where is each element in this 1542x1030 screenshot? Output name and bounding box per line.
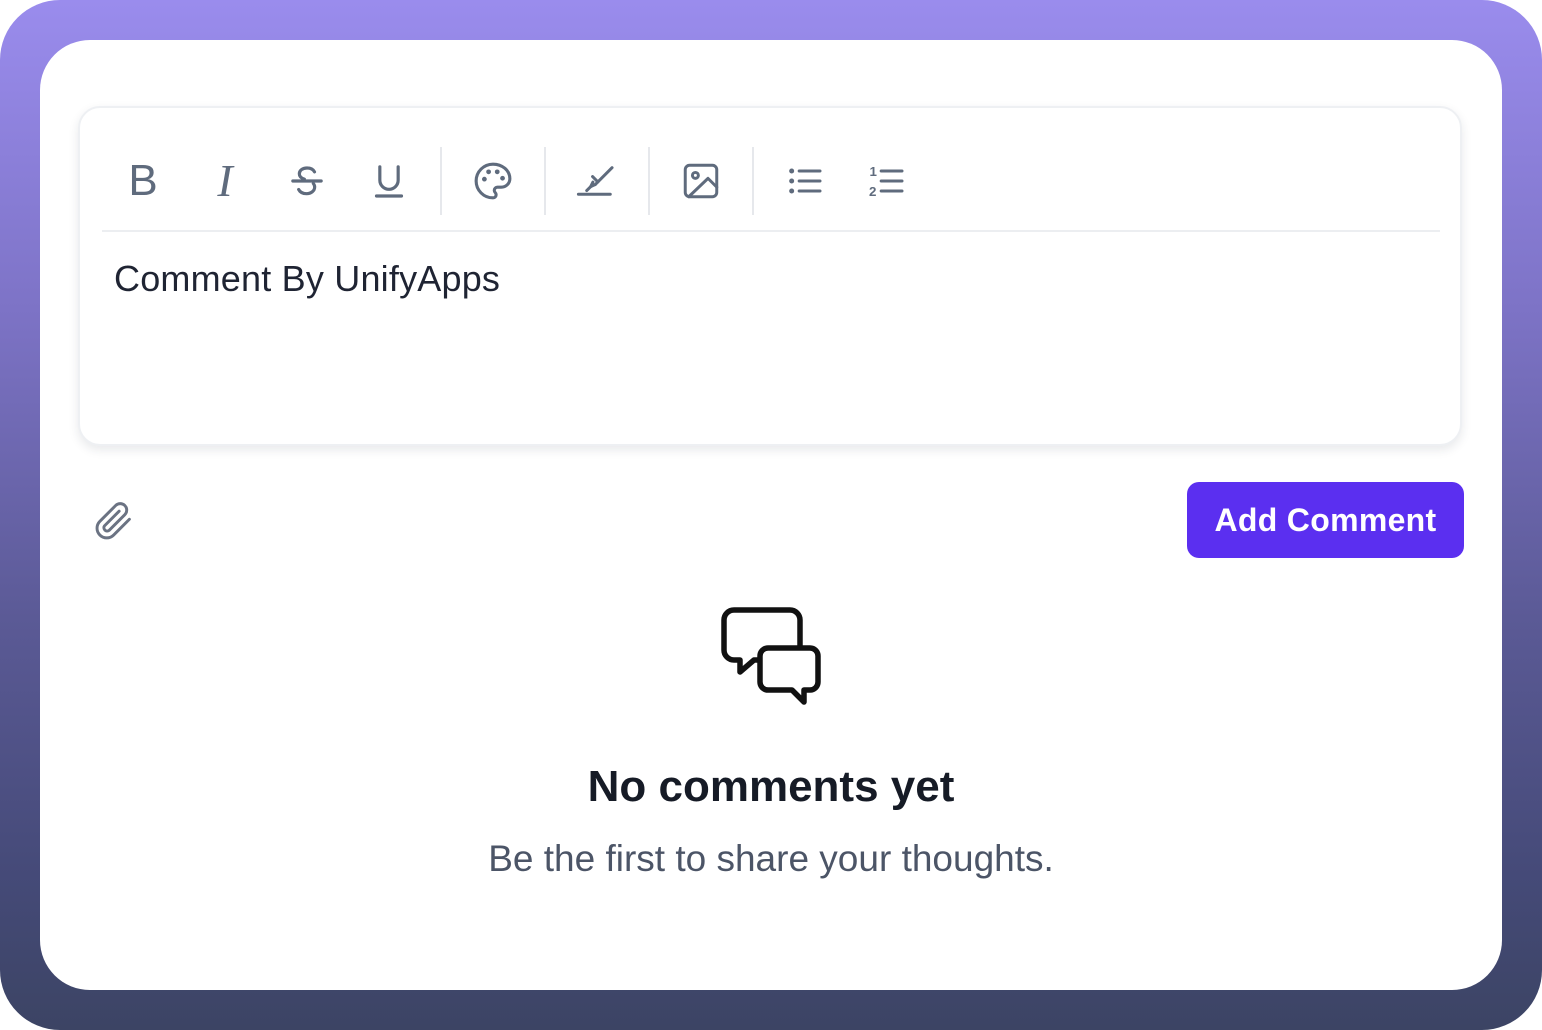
palette-icon	[474, 162, 512, 200]
toolbar-divider	[102, 230, 1440, 232]
highlight-button[interactable]	[556, 144, 638, 218]
insert-image-button[interactable]	[660, 144, 742, 218]
bold-icon: B	[128, 156, 158, 205]
toolbar-separator	[440, 147, 442, 215]
italic-icon: I	[217, 155, 233, 206]
toolbar-separator	[648, 147, 650, 215]
bullet-list-icon	[789, 168, 822, 194]
strikethrough-button[interactable]	[266, 144, 348, 218]
comment-editor: B I 1 2 Comment By UnifyApps	[78, 106, 1462, 446]
chat-bubbles-icon	[718, 606, 822, 710]
image-icon	[683, 163, 719, 199]
highlighter-icon	[576, 166, 614, 196]
numbered-list-button[interactable]: 1 2	[846, 144, 928, 218]
bullet-list-button[interactable]	[764, 144, 846, 218]
toolbar-separator	[752, 147, 754, 215]
svg-text:2: 2	[869, 184, 876, 199]
attach-file-button[interactable]	[92, 498, 136, 542]
underline-icon	[374, 165, 404, 198]
italic-button[interactable]: I	[184, 144, 266, 218]
svg-text:1: 1	[870, 164, 878, 179]
toolbar-separator	[544, 147, 546, 215]
bold-button[interactable]: B	[102, 144, 184, 218]
strikethrough-icon	[291, 166, 323, 196]
comments-panel: B I 1 2 Comment By UnifyApps Add Comment…	[40, 40, 1502, 990]
underline-button[interactable]	[348, 144, 430, 218]
editor-toolbar: B I 1 2	[102, 144, 928, 218]
comment-text-area[interactable]: Comment By UnifyApps	[114, 258, 500, 300]
add-comment-button[interactable]: Add Comment	[1187, 482, 1464, 558]
numbered-list-icon: 1 2	[869, 164, 904, 199]
empty-state-subtitle: Be the first to share your thoughts.	[488, 838, 1054, 879]
paperclip-icon	[95, 502, 131, 540]
text-color-button[interactable]	[452, 144, 534, 218]
empty-state-title: No comments yet	[587, 762, 955, 811]
